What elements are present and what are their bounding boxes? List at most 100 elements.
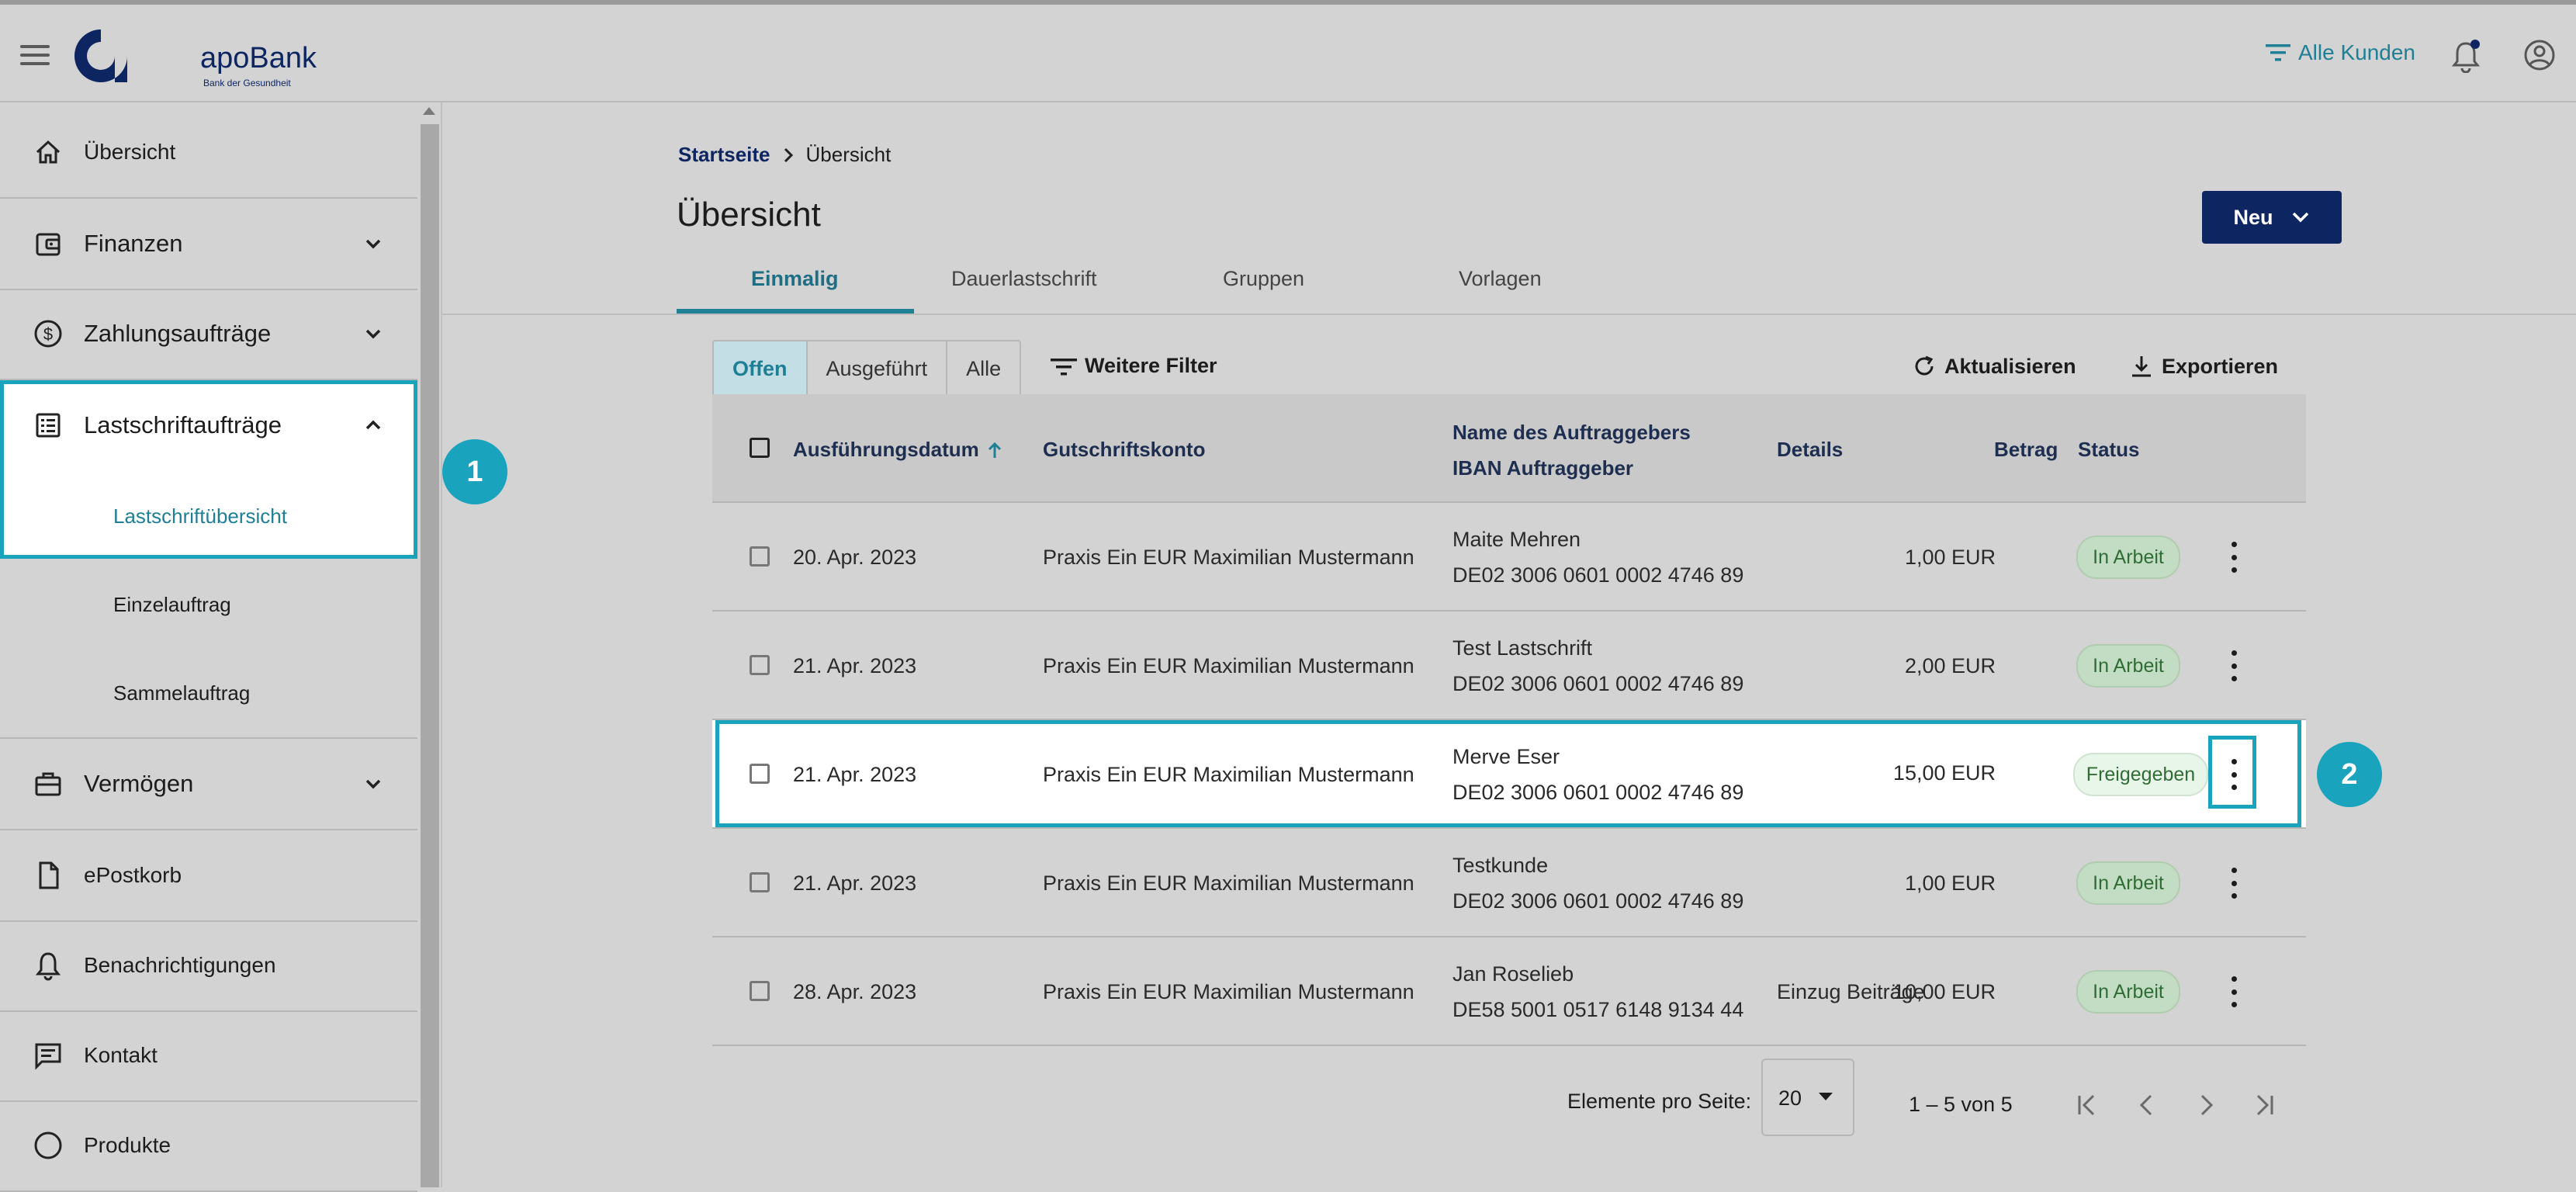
tab-einmalig[interactable]: Einmalig <box>751 267 839 291</box>
segment-offen[interactable]: Offen <box>714 341 808 396</box>
sidebar-item-label: Lastschriftaufträge <box>84 411 282 438</box>
column-header-details: Details <box>1777 438 1844 461</box>
breadcrumb: Startseite Übersicht <box>678 143 891 167</box>
dollar-circle-icon: $ <box>34 320 62 348</box>
more-filters-label: Weitere Filter <box>1085 354 1217 377</box>
row-more-actions-icon[interactable] <box>2230 650 2238 681</box>
row-more-actions-icon[interactable] <box>2230 976 2238 1007</box>
sidebar-item-label: Zahlungsaufträge <box>84 320 272 347</box>
table-row[interactable]: 21. Apr. 2023 Praxis Ein EUR Maximilian … <box>712 829 2306 937</box>
sidebar-item-lastschriftauftraege[interactable]: Lastschriftaufträge <box>0 380 417 470</box>
row-date: 20. Apr. 2023 <box>793 546 917 569</box>
previous-page-icon[interactable] <box>2132 1091 2160 1119</box>
row-date: 21. Apr. 2023 <box>793 871 917 895</box>
scroll-up-arrow-icon[interactable] <box>423 107 435 115</box>
tab-dauerlastschrift[interactable]: Dauerlastschrift <box>951 267 1097 291</box>
sidebar-item-benachrichtigungen[interactable]: Benachrichtigungen <box>0 920 417 1012</box>
apobank-logo-mark-icon <box>74 29 127 82</box>
row-checkbox[interactable] <box>750 872 770 892</box>
table-row[interactable]: 28. Apr. 2023 Praxis Ein EUR Maximilian … <box>712 937 2306 1046</box>
all-customers-filter[interactable]: Alle Kunden <box>2266 40 2415 65</box>
sidebar: Übersicht Finanzen $ Zahlungsaufträge La… <box>0 102 417 1192</box>
chevron-up-icon <box>365 420 381 430</box>
sidebar-item-label: Benachrichtigungen <box>84 953 276 977</box>
row-iban: DE02 3006 0601 0002 4746 89 <box>1452 672 1744 695</box>
notification-bell-icon[interactable] <box>2450 39 2481 73</box>
status-badge: In Arbeit <box>2076 535 2180 579</box>
row-iban: DE02 3006 0601 0002 4746 89 <box>1452 563 1744 587</box>
row-checkbox[interactable] <box>750 655 770 675</box>
sidebar-item-zahlungsauftraege[interactable]: $ Zahlungsaufträge <box>0 289 417 380</box>
breadcrumb-home[interactable]: Startseite <box>678 143 770 167</box>
row-amount: 2,00 EUR <box>1904 654 1996 677</box>
first-page-icon[interactable] <box>2073 1091 2101 1119</box>
row-date: 28. Apr. 2023 <box>793 980 917 1003</box>
chat-icon <box>35 1043 61 1070</box>
sort-ascending-icon <box>988 442 1001 458</box>
filter-icon <box>1051 358 1077 375</box>
row-checkbox[interactable] <box>750 981 770 1001</box>
column-header-date[interactable]: Ausführungsdatum <box>793 438 1002 462</box>
page-range: 1 – 5 von 5 <box>1909 1093 2013 1116</box>
table-row[interactable]: 21. Apr. 2023 Praxis Ein EUR Maximilian … <box>712 612 2306 720</box>
sidebar-item-label: Finanzen <box>84 230 183 257</box>
column-header-name: Name des Auftraggebers <box>1452 421 1691 444</box>
row-checkbox[interactable] <box>750 546 770 567</box>
row-iban: DE58 5001 0517 6148 9134 44 <box>1452 998 1744 1021</box>
row-account: Praxis Ein EUR Maximilian Mustermann <box>1043 546 1414 569</box>
tab-gruppen[interactable]: Gruppen <box>1223 267 1304 291</box>
sidebar-item-label: Kontakt <box>84 1043 158 1067</box>
column-header-date-label: Ausführungsdatum <box>793 438 979 461</box>
highlighted-actions-outline <box>2208 736 2256 809</box>
user-account-icon[interactable] <box>2523 39 2556 71</box>
row-more-actions-icon[interactable] <box>2230 542 2238 573</box>
apobank-logo[interactable]: apoBank Bank der Gesundheit <box>70 22 326 92</box>
sidebar-subitem-sammelauftrag[interactable]: Sammelauftrag <box>113 681 250 705</box>
status-badge: In Arbeit <box>2076 970 2180 1014</box>
circle-icon <box>34 1131 62 1159</box>
sidebar-item-kontakt[interactable]: Kontakt <box>0 1010 417 1102</box>
chevron-down-icon <box>2292 212 2308 223</box>
column-header-amount: Betrag <box>1994 438 2058 461</box>
table-header: Ausführungsdatum Gutschriftskonto Name d… <box>712 394 2306 503</box>
row-more-actions-icon[interactable] <box>2230 868 2238 899</box>
sidebar-scroll-thumb[interactable] <box>421 124 439 1187</box>
brand-tagline: Bank der Gesundheit <box>203 78 291 88</box>
refresh-button[interactable]: Aktualisieren <box>1912 354 2076 379</box>
sidebar-item-epostkorb[interactable]: ePostkorb <box>0 830 417 922</box>
dropdown-arrow-icon <box>1819 1093 1833 1100</box>
export-label: Exportieren <box>2162 354 2279 378</box>
new-button[interactable]: Neu <box>2202 191 2342 244</box>
sidebar-item-uebersicht[interactable]: Übersicht <box>0 107 417 199</box>
status-badge: In Arbeit <box>2076 644 2180 688</box>
segment-ausgefuehrt[interactable]: Ausgeführt <box>808 341 948 396</box>
status-badge: In Arbeit <box>2076 861 2180 905</box>
row-account: Praxis Ein EUR Maximilian Mustermann <box>1043 980 1414 1003</box>
segment-alle[interactable]: Alle <box>947 341 1020 396</box>
sidebar-item-produkte[interactable]: Produkte <box>0 1100 417 1192</box>
row-date: 21. Apr. 2023 <box>793 654 917 677</box>
select-all-checkbox[interactable] <box>750 438 770 458</box>
row-iban: DE02 3006 0601 0002 4746 89 <box>1452 889 1744 913</box>
menu-icon[interactable] <box>20 45 50 65</box>
page-size-select[interactable]: 20 <box>1761 1059 1854 1136</box>
column-header-account: Gutschriftskonto <box>1043 438 1206 461</box>
next-page-icon[interactable] <box>2193 1091 2221 1119</box>
table-row[interactable]: 20. Apr. 2023 Praxis Ein EUR Maximilian … <box>712 503 2306 612</box>
sidebar-subitem-lastschriftuebersicht[interactable]: Lastschriftübersicht <box>113 504 287 528</box>
export-button[interactable]: Exportieren <box>2129 354 2278 379</box>
row-account: Praxis Ein EUR Maximilian Mustermann <box>1043 871 1414 895</box>
chevron-right-icon <box>784 147 793 162</box>
last-page-icon[interactable] <box>2250 1091 2278 1119</box>
refresh-label: Aktualisieren <box>1944 354 2076 378</box>
sidebar-subitem-einzelauftrag[interactable]: Einzelauftrag <box>113 593 231 617</box>
briefcase-icon <box>35 772 61 796</box>
more-filters-button[interactable]: Weitere Filter <box>1051 354 1217 378</box>
column-header-status: Status <box>2078 438 2140 461</box>
sidebar-item-label: Vermögen <box>84 770 194 797</box>
sidebar-item-finanzen[interactable]: Finanzen <box>0 199 417 290</box>
callout-badge-2: 2 <box>2317 742 2382 807</box>
sidebar-item-vermoegen[interactable]: Vermögen <box>0 739 417 830</box>
tab-vorlagen[interactable]: Vorlagen <box>1459 267 1542 291</box>
brand-name: apoBank <box>200 42 317 74</box>
